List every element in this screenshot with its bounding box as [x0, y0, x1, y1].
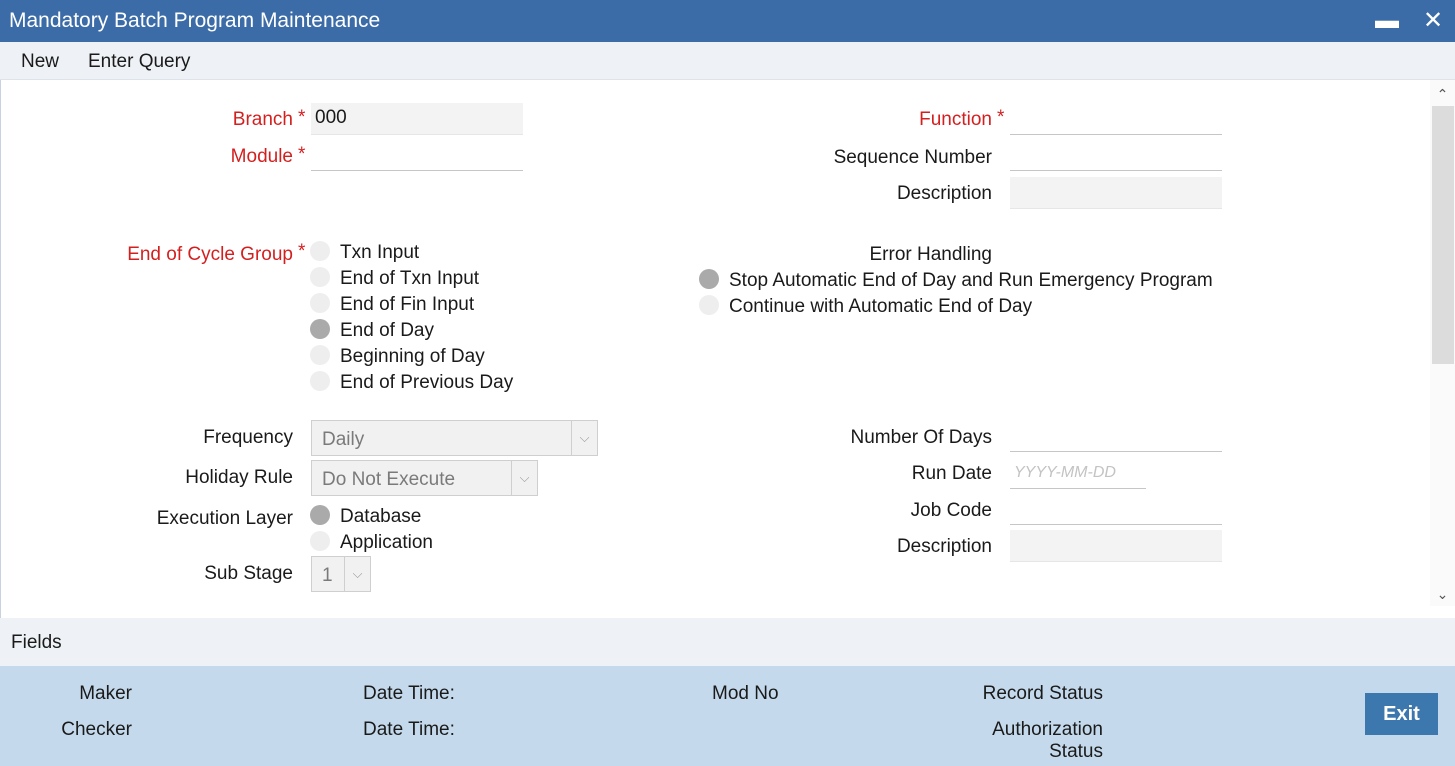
- checker-label: Checker: [61, 719, 132, 740]
- job-code-label: Job Code: [910, 500, 992, 521]
- radio-label: Continue with Automatic End of Day: [729, 296, 1033, 317]
- sequence-number-label: Sequence Number: [833, 147, 992, 168]
- radio-end-of-day[interactable]: [310, 319, 330, 339]
- radio-label: Application: [340, 532, 433, 553]
- authorization-status-label: Status: [1049, 741, 1103, 762]
- radio-label: End of Previous Day: [340, 372, 514, 393]
- end-of-cycle-group-label: End of Cycle Group: [127, 244, 293, 265]
- scrollbar-thumb[interactable]: [1432, 106, 1454, 364]
- radio-application[interactable]: [310, 531, 330, 551]
- radio-txn-input[interactable]: [310, 241, 330, 261]
- maker-label: Maker: [79, 683, 132, 704]
- description-label: Description: [896, 183, 992, 204]
- audit-footer: Maker Checker Date Time: Date Time: Mod …: [0, 666, 1455, 766]
- vertical-scrollbar[interactable]: ⌃ ⌄: [1430, 80, 1455, 606]
- frequency-label: Frequency: [203, 427, 293, 448]
- radio-database[interactable]: [310, 505, 330, 525]
- minimize-icon[interactable]: ▬: [1372, 6, 1402, 36]
- radio-continue-automatic-eod[interactable]: [699, 295, 719, 315]
- branch-label: Branch: [232, 109, 293, 130]
- radio-label: Database: [340, 506, 422, 527]
- execution-layer-label: Execution Layer: [156, 508, 293, 529]
- radio-end-of-previous-day[interactable]: [310, 371, 330, 391]
- job-code-field[interactable]: [1010, 493, 1222, 525]
- run-date-label: Run Date: [911, 463, 992, 484]
- holiday-rule-label: Holiday Rule: [185, 467, 293, 488]
- number-of-days-field[interactable]: [1010, 420, 1222, 452]
- radio-stop-automatic-eod[interactable]: [699, 269, 719, 289]
- required-mark: *: [298, 107, 306, 128]
- menu-enter-query[interactable]: Enter Query: [88, 51, 190, 73]
- run-date-field[interactable]: YYYY-MM-DD: [1010, 457, 1146, 489]
- radio-label: Beginning of Day: [340, 346, 485, 367]
- required-mark: *: [298, 144, 306, 165]
- mod-no-label: Mod No: [712, 683, 779, 704]
- sub-stage-value: 1: [322, 565, 333, 586]
- radio-label: Stop Automatic End of Day and Run Emerge…: [729, 270, 1213, 291]
- module-label: Module: [230, 146, 293, 167]
- maker-date-time-label: Date Time:: [363, 683, 455, 704]
- exit-button[interactable]: Exit: [1365, 693, 1438, 735]
- chevron-up-icon[interactable]: ⌃: [1430, 82, 1455, 106]
- sub-stage-label: Sub Stage: [204, 563, 293, 584]
- holiday-rule-value: Do Not Execute: [322, 469, 456, 490]
- sequence-number-field[interactable]: [1010, 139, 1222, 171]
- checker-date-time-label: Date Time:: [363, 719, 455, 740]
- window-titlebar: Mandatory Batch Program Maintenance ▬ ✕: [0, 0, 1455, 42]
- frequency-select[interactable]: Daily ⌵: [311, 420, 598, 456]
- function-field[interactable]: [1010, 103, 1222, 135]
- number-of-days-label: Number Of Days: [850, 427, 992, 448]
- chevron-down-icon: ⌵: [344, 557, 370, 591]
- authorization-label: Authorization: [992, 719, 1103, 740]
- menu-new[interactable]: New: [21, 51, 59, 73]
- frequency-value: Daily: [322, 429, 365, 450]
- close-icon[interactable]: ✕: [1418, 6, 1448, 36]
- radio-label: End of Day: [340, 320, 434, 341]
- module-field[interactable]: [311, 139, 523, 171]
- radio-beginning-of-day[interactable]: [310, 345, 330, 365]
- holiday-rule-select[interactable]: Do Not Execute ⌵: [311, 460, 538, 496]
- chevron-down-icon[interactable]: ⌄: [1430, 582, 1455, 606]
- window-title: Mandatory Batch Program Maintenance: [9, 9, 381, 32]
- menu-bar: New Enter Query: [0, 42, 1455, 80]
- sub-stage-select[interactable]: 1 ⌵: [311, 556, 371, 592]
- description-label: Description: [896, 536, 992, 557]
- radio-end-of-fin-input[interactable]: [310, 293, 330, 313]
- fields-bar: Fields: [0, 618, 1455, 666]
- fields-label[interactable]: Fields: [11, 632, 62, 654]
- required-mark: *: [997, 107, 1005, 128]
- radio-label: End of Txn Input: [340, 268, 480, 289]
- function-label: Function: [919, 109, 992, 130]
- chevron-down-icon: ⌵: [511, 461, 537, 495]
- radio-end-of-txn-input[interactable]: [310, 267, 330, 287]
- radio-label: End of Fin Input: [340, 294, 475, 315]
- radio-label: Txn Input: [340, 242, 420, 263]
- description-field: [1010, 530, 1222, 562]
- description-field: [1010, 177, 1222, 209]
- branch-field[interactable]: 000: [311, 103, 523, 135]
- record-status-label: Record Status: [982, 683, 1103, 704]
- chevron-down-icon: ⌵: [571, 421, 597, 455]
- required-mark: *: [298, 241, 306, 262]
- error-handling-label: Error Handling: [869, 244, 993, 265]
